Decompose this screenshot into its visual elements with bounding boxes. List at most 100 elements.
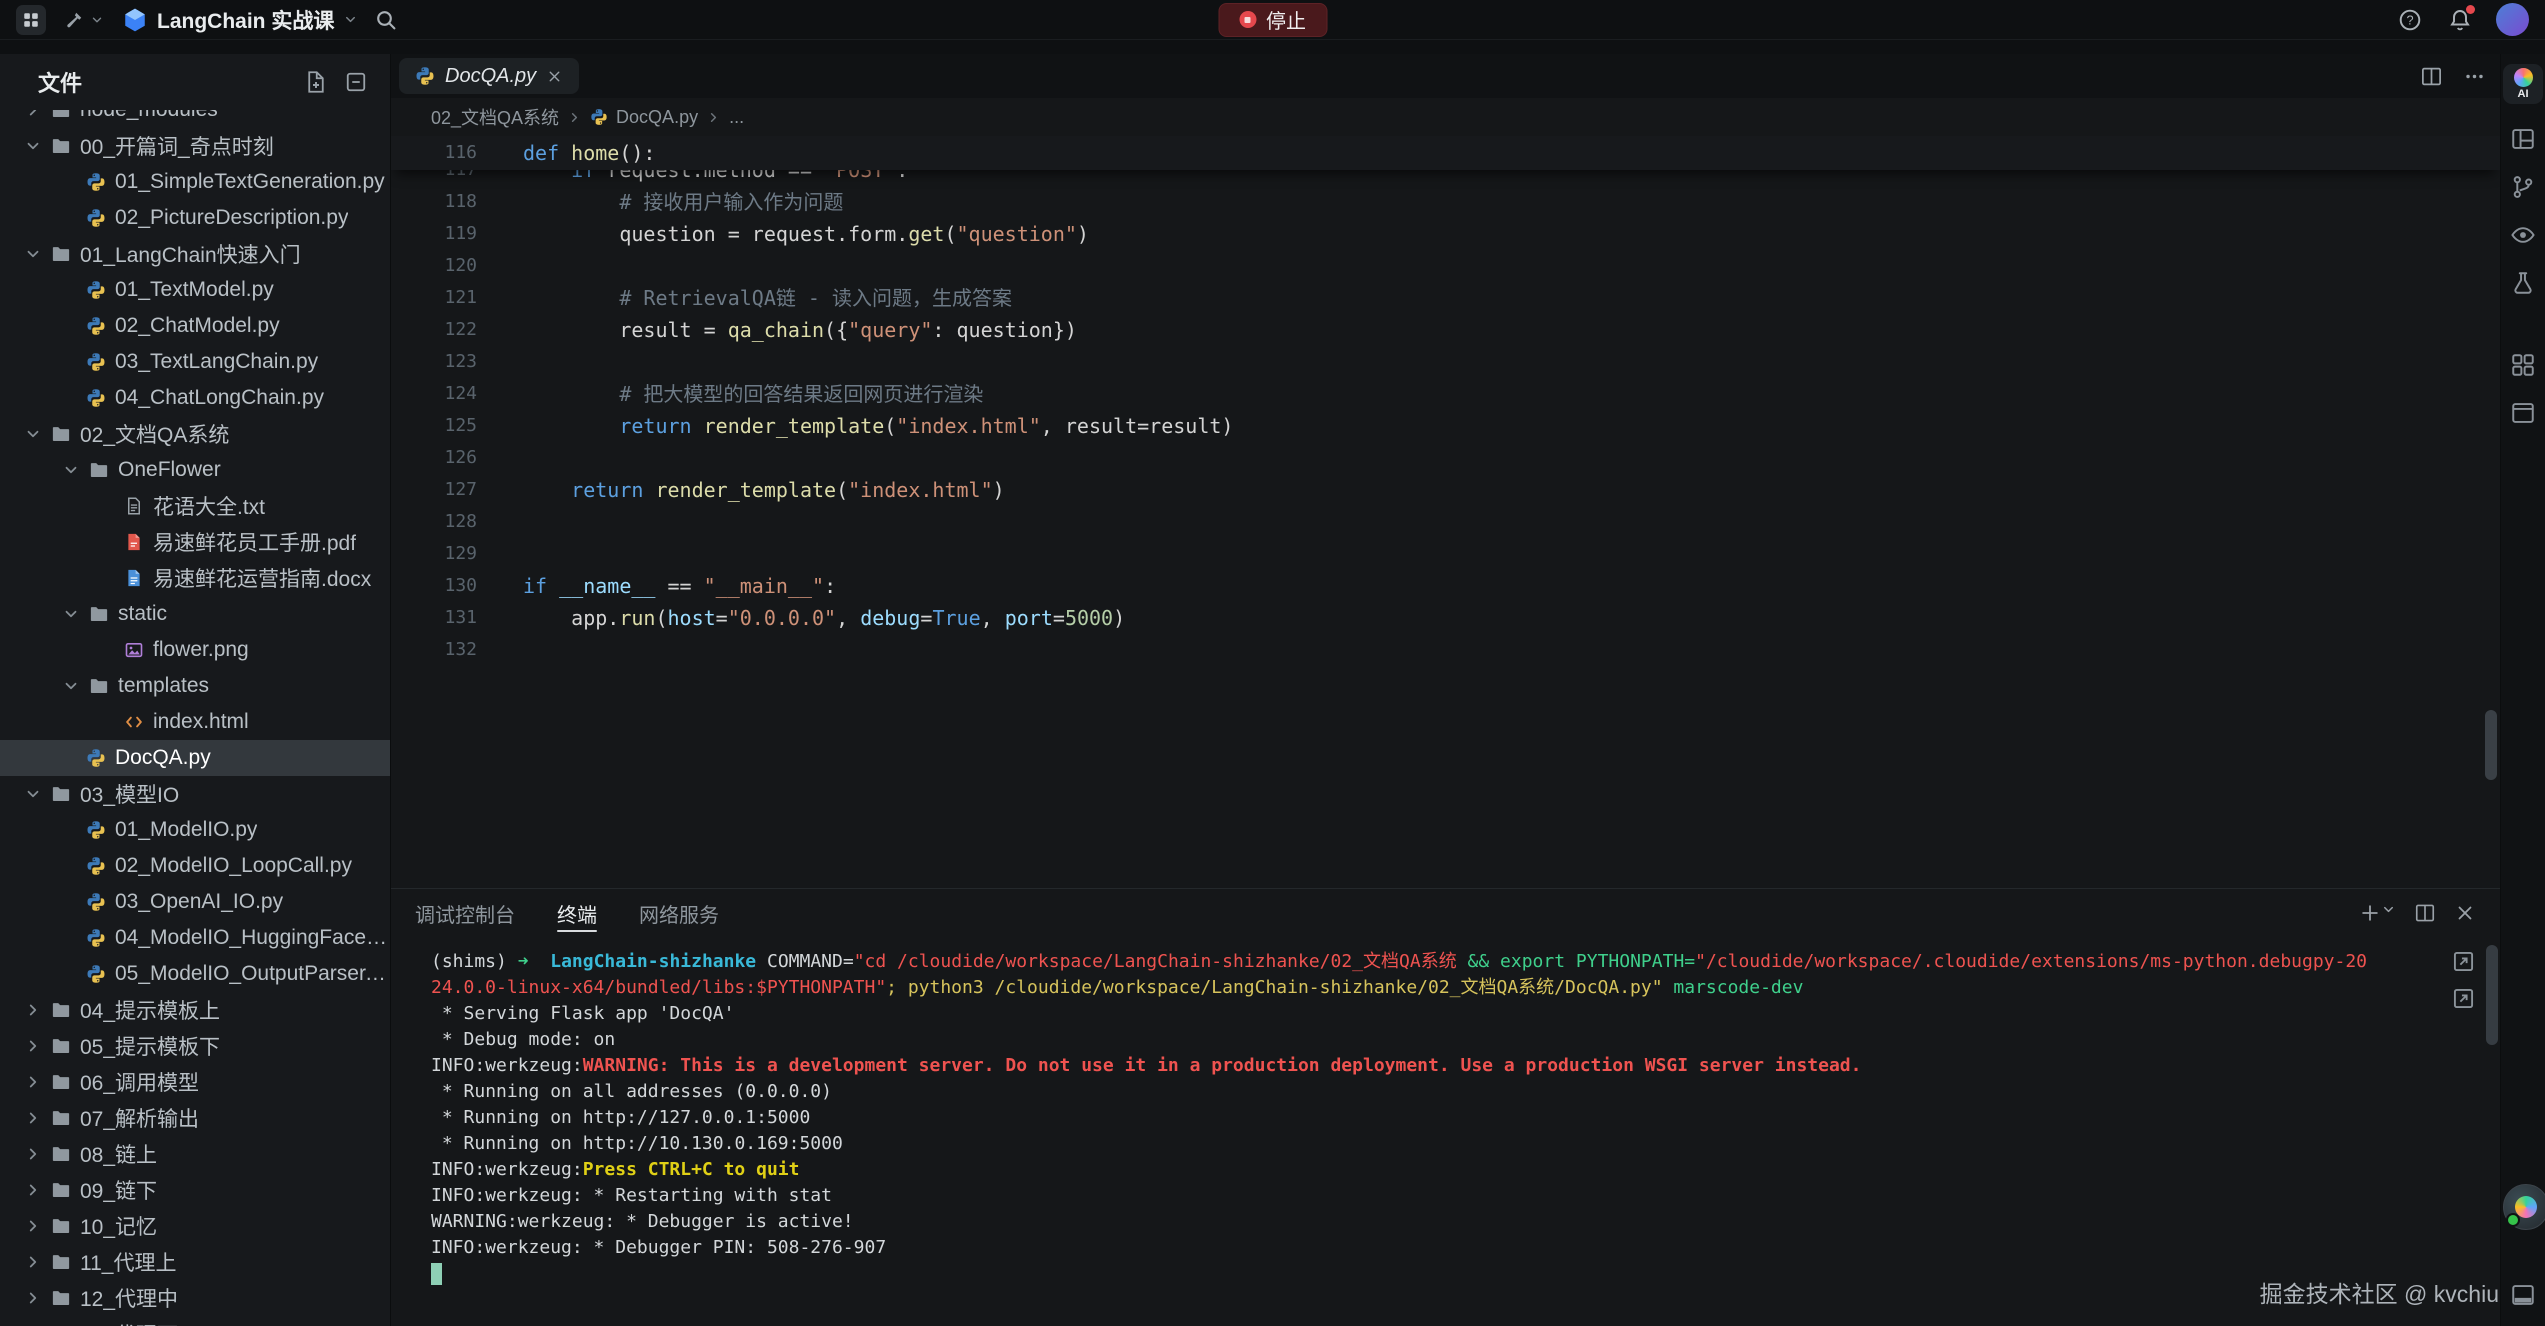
tree-item-label: 01_TextModel.py <box>115 278 274 302</box>
tree-item-label: 06_调用模型 <box>80 1067 199 1097</box>
tree-folder[interactable]: 07_解析输出 <box>0 1100 390 1136</box>
stop-button[interactable]: 停止 <box>1218 3 1327 37</box>
terminal-output: (shims) ➜ LangChain-shizhanke COMMAND="c… <box>431 949 2371 1287</box>
tree-item-label: 03_模型IO <box>80 779 179 809</box>
python-file-icon <box>86 820 106 840</box>
window-button[interactable] <box>2510 400 2536 426</box>
tree-file[interactable]: 02_PictureDescription.py <box>0 200 390 236</box>
editor-area: DocQA.py 02_文档QA系统 DocQA.py... 116def hom… <box>390 54 2501 1326</box>
code-text: # 接收用户输入作为问题 <box>477 186 843 218</box>
panel-toggle-button[interactable] <box>2510 1282 2536 1308</box>
ai-assistant-button[interactable]: AI <box>2503 64 2543 104</box>
notifications-button[interactable] <box>2446 6 2474 34</box>
preview-button[interactable] <box>2510 222 2536 248</box>
assistant-bubble[interactable] <box>2503 1184 2545 1230</box>
folder-icon <box>51 1036 71 1056</box>
tree-folder[interactable]: 04_提示模板上 <box>0 992 390 1028</box>
code-editor[interactable]: 116def home(): 117 if request.method == … <box>391 136 2500 888</box>
tree-folder[interactable]: node_modules <box>0 110 390 128</box>
test-button[interactable] <box>2510 270 2536 296</box>
tree-folder[interactable]: 06_调用模型 <box>0 1064 390 1100</box>
tree-folder[interactable]: 01_LangChain快速入门 <box>0 236 390 272</box>
panel-tab[interactable]: 终端 <box>557 889 597 937</box>
breadcrumb-item[interactable]: ... <box>729 107 744 128</box>
tab-close-button[interactable] <box>546 68 563 85</box>
tree-file[interactable]: flower.png <box>0 632 390 668</box>
open-external-icon <box>2451 986 2476 1011</box>
tree-folder[interactable]: static <box>0 596 390 632</box>
tree-folder[interactable]: 10_记忆 <box>0 1208 390 1244</box>
source-control-button[interactable] <box>2510 174 2536 200</box>
more-actions-button[interactable] <box>2463 65 2486 88</box>
breadcrumb-item[interactable]: 02_文档QA系统 <box>431 104 559 130</box>
code-text <box>477 538 523 570</box>
tree-folder[interactable]: OneFlower <box>0 452 390 488</box>
code-text: if __name__ == "__main__": <box>477 570 836 602</box>
tree-item-label: 10_记忆 <box>80 1211 157 1241</box>
help-button[interactable] <box>2396 6 2424 34</box>
split-terminal-button[interactable] <box>2414 902 2436 924</box>
breadcrumb-item[interactable]: DocQA.py <box>616 107 698 128</box>
tree-folder[interactable]: 11_代理上 <box>0 1244 390 1280</box>
tree-item-label: 12_代理中 <box>80 1283 178 1313</box>
chevron-right-icon <box>24 1289 42 1307</box>
tree-file[interactable]: 02_ChatModel.py <box>0 308 390 344</box>
chevron-right-icon <box>24 1073 42 1091</box>
tree-folder[interactable]: 09_链下 <box>0 1172 390 1208</box>
tree-file[interactable]: 易速鲜花员工手册.pdf <box>0 524 390 560</box>
open-preview-button[interactable] <box>2451 986 2476 1011</box>
tree-folder[interactable]: 03_模型IO <box>0 776 390 812</box>
terminal[interactable]: (shims) ➜ LangChain-shizhanke COMMAND="c… <box>391 937 2500 1326</box>
tree-file[interactable]: index.html <box>0 704 390 740</box>
tree-file[interactable]: DocQA.py <box>0 740 390 776</box>
panel-tab[interactable]: 调试控制台 <box>415 889 515 937</box>
tree-file[interactable]: 05_ModelIO_OutputParser.py <box>0 956 390 992</box>
tree-folder[interactable]: 12_代理中 <box>0 1280 390 1316</box>
new-terminal-button[interactable] <box>2359 902 2396 924</box>
tools-menu-button[interactable] <box>60 6 108 34</box>
code-line: 127 return render_template("index.html") <box>391 474 2500 506</box>
avatar[interactable] <box>2496 3 2529 36</box>
file-tree: node_modules00_开篇词_奇点时刻01_SimpleTextGene… <box>0 110 390 1326</box>
tree-folder[interactable]: 05_提示模板下 <box>0 1028 390 1064</box>
code-line: 119 question = request.form.get("questio… <box>391 218 2500 250</box>
terminal-cursor-line <box>431 1261 2371 1287</box>
search-button[interactable] <box>372 6 400 34</box>
preview-eye-icon <box>2510 222 2536 248</box>
terminal-scrollbar-thumb[interactable] <box>2486 945 2498 1045</box>
tree-folder[interactable]: templates <box>0 668 390 704</box>
tree-file[interactable]: 易速鲜花运营指南.docx <box>0 560 390 596</box>
window-icon <box>2510 400 2536 426</box>
layout-button[interactable] <box>2510 126 2536 152</box>
split-editor-button[interactable] <box>2420 65 2443 88</box>
terminal-line: * Running on all addresses (0.0.0.0) <box>431 1079 2371 1105</box>
extensions-button[interactable] <box>2510 352 2536 378</box>
tree-file[interactable]: 02_ModelIO_LoopCall.py <box>0 848 390 884</box>
tree-file[interactable]: 03_OpenAI_IO.py <box>0 884 390 920</box>
tree-file[interactable]: 01_SimpleTextGeneration.py <box>0 164 390 200</box>
tree-file[interactable]: 04_ModelIO_HuggingFace.py <box>0 920 390 956</box>
stop-label: 停止 <box>1266 5 1306 34</box>
new-file-button[interactable] <box>304 70 328 94</box>
code-text <box>477 506 523 538</box>
tree-file[interactable]: 04_ChatLongChain.py <box>0 380 390 416</box>
editor-tab-docqa[interactable]: DocQA.py <box>399 58 579 94</box>
open-external-icon <box>2451 949 2476 974</box>
python-file-icon <box>86 172 106 192</box>
open-in-editor-button[interactable] <box>2451 949 2476 974</box>
app-logo-button[interactable] <box>16 5 46 35</box>
close-panel-button[interactable] <box>2454 902 2476 924</box>
tree-file[interactable]: 花语大全.txt <box>0 488 390 524</box>
tree-file[interactable]: 03_TextLangChain.py <box>0 344 390 380</box>
tree-file[interactable]: 01_TextModel.py <box>0 272 390 308</box>
tree-folder[interactable]: 08_链上 <box>0 1136 390 1172</box>
tree-item-label: static <box>118 602 167 626</box>
tree-folder[interactable]: 00_开篇词_奇点时刻 <box>0 128 390 164</box>
tree-folder[interactable]: 02_文档QA系统 <box>0 416 390 452</box>
project-switcher[interactable]: LangChain 实战课 <box>122 5 358 35</box>
workbench: 文件 node_modules00_开篇词_奇点时刻01_SimpleTextG… <box>0 40 2545 1326</box>
tree-file[interactable]: 01_ModelIO.py <box>0 812 390 848</box>
editor-scrollbar-thumb[interactable] <box>2485 710 2497 780</box>
panel-tab[interactable]: 网络服务 <box>639 889 719 937</box>
collapse-explorer-button[interactable] <box>344 70 368 94</box>
